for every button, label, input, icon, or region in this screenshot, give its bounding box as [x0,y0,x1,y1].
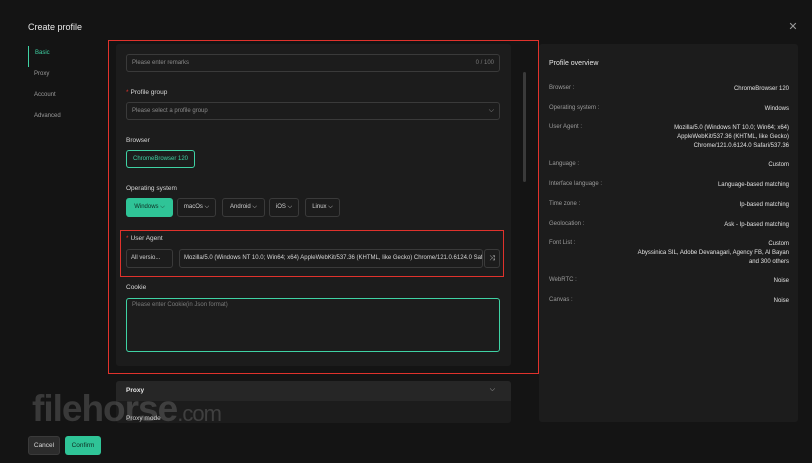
chevron-down-icon: ⌵ [287,204,293,210]
filehorse-watermark: filehorse.com [32,388,222,430]
overview-key: Language : [549,161,580,167]
user-agent-label-text: User Agent [130,235,163,242]
overview-value: Ask - Ip-based matching [724,222,789,228]
os-windows-label: Windows [134,204,159,210]
os-label: Operating system [126,185,177,192]
form-scrollbar[interactable] [523,72,526,182]
nav-item-account[interactable]: Account [28,88,88,109]
required-mark: * [126,235,129,242]
chevron-down-icon: ⌵ [252,204,257,210]
chevron-down-icon: ⌵ [160,204,165,210]
user-agent-input[interactable]: Mozilla/5.0 (Windows NT 10.0; Win64; x64… [179,249,483,268]
profile-group-select[interactable]: Please select a profile group ⌵ [126,102,500,120]
overview-value: Ip-based matching [739,202,789,208]
os-ios-label: iOS [275,204,286,210]
cancel-button[interactable]: Cancel [28,436,60,455]
chevron-down-icon: ⌵ [489,386,495,393]
nav-item-basic[interactable]: Basic [28,46,88,67]
basic-form-panel: Please enter remarks 0 / 100 * Profile gr… [116,44,511,366]
overview-value: Noise [773,298,789,304]
required-mark: * [126,89,129,96]
overview-key: Canvas : [549,297,573,303]
os-macos-button[interactable]: macOs ⌵ [177,198,216,217]
shuffle-icon[interactable]: ⤨ [484,249,500,268]
os-linux-label: Linux [312,204,327,210]
ua-version-select[interactable]: All versio... [126,249,173,268]
close-icon[interactable]: ✕ [786,20,800,34]
chevron-down-icon: ⌵ [204,204,210,210]
os-android-button[interactable]: Android ⌵ [222,198,265,217]
remarks-counter: 0 / 100 [475,60,494,66]
os-macos-label: macOs [183,204,203,210]
overview-key: Time zone : [549,201,581,207]
left-nav: Basic Proxy Account Advanced [28,46,88,130]
browser-chip[interactable]: ChromeBrowser 120 [126,150,195,168]
os-windows-button[interactable]: Windows ⌵ [126,198,173,217]
watermark-brand: filehorse [32,388,178,429]
overview-title: Profile overview [549,60,599,67]
overview-value: Custom [768,162,789,168]
profile-group-placeholder: Please select a profile group [132,108,208,114]
cookie-textarea[interactable]: Please enter Cookie(in Json format) [126,298,500,352]
browser-label: Browser [126,137,150,144]
chevron-down-icon: ⌵ [328,204,333,210]
remarks-field[interactable]: Please enter remarks 0 / 100 [126,54,500,72]
profile-group-label-text: Profile group [130,89,168,96]
overview-key: Browser : [549,85,575,91]
user-agent-label: * User Agent [126,235,163,242]
overview-key: Font List : [549,240,576,246]
overview-value: ChromeBrowser 120 [733,86,789,92]
confirm-button[interactable]: Confirm [65,436,101,455]
overview-value: Windows [764,106,789,112]
overview-key: Operating system : [549,105,600,111]
nav-item-proxy[interactable]: Proxy [28,67,88,88]
os-ios-button[interactable]: iOS ⌵ [269,198,299,217]
watermark-domain: .com [177,401,222,426]
page-title: Create profile [28,22,83,32]
overview-key: User Agent : [549,124,583,130]
cookie-label: Cookie [126,284,147,291]
chevron-down-icon: ⌵ [488,107,494,114]
overview-key: Geolocation : [549,221,585,227]
overview-value: Mozilla/5.0 (Windows NT 10.0; Win64; x64… [674,125,789,149]
profile-overview-panel: Profile overview Browser : ChromeBrowser… [539,44,798,422]
os-android-label: Android [230,204,251,210]
ua-version-value: All versio... [131,255,161,261]
os-linux-button[interactable]: Linux ⌵ [305,198,340,217]
overview-value: Custom Abyssinica SIL, Adobe Devanagari,… [637,241,789,265]
overview-key: WebRTC : [549,277,577,283]
profile-group-label: * Profile group [126,89,167,96]
overview-key: Interface language : [549,181,603,187]
remarks-placeholder: Please enter remarks [132,60,190,66]
overview-value: Noise [773,278,789,284]
overview-value: Language-based matching [717,182,789,188]
nav-item-advanced[interactable]: Advanced [28,109,88,130]
